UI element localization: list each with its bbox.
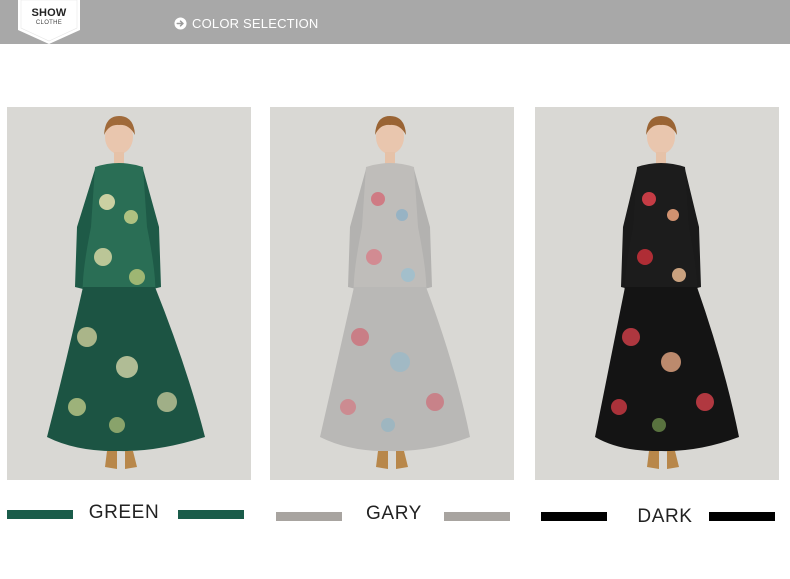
gray-swatch-bar-left xyxy=(276,512,342,521)
green-swatch-bar-right xyxy=(178,510,244,519)
dark-swatch-bar-right xyxy=(709,512,775,521)
show-title: SHOW xyxy=(31,7,67,19)
gray-dress-photo[interactable] xyxy=(270,107,514,480)
color-label-dark: DARK xyxy=(637,506,693,527)
dark-swatch-bar-left xyxy=(541,512,607,521)
show-subtitle: CLOTHE xyxy=(35,20,63,26)
color-selection-heading: COLOR SELECTION xyxy=(174,15,319,31)
dark-dress-photo[interactable] xyxy=(535,107,779,480)
header-bar: SHOW CLOTHE COLOR SELECTION xyxy=(0,0,790,44)
color-selection-title: COLOR SELECTION xyxy=(192,15,319,31)
arrow-circle-right-icon xyxy=(174,16,187,30)
green-dress-photo[interactable] xyxy=(7,107,251,480)
green-swatch-bar-left xyxy=(7,510,73,519)
color-label-green: GREEN xyxy=(88,502,160,523)
color-label-gary: GARY xyxy=(366,503,422,524)
gray-swatch-bar-right xyxy=(444,512,510,521)
show-clothe-tab: SHOW CLOTHE xyxy=(18,0,80,44)
